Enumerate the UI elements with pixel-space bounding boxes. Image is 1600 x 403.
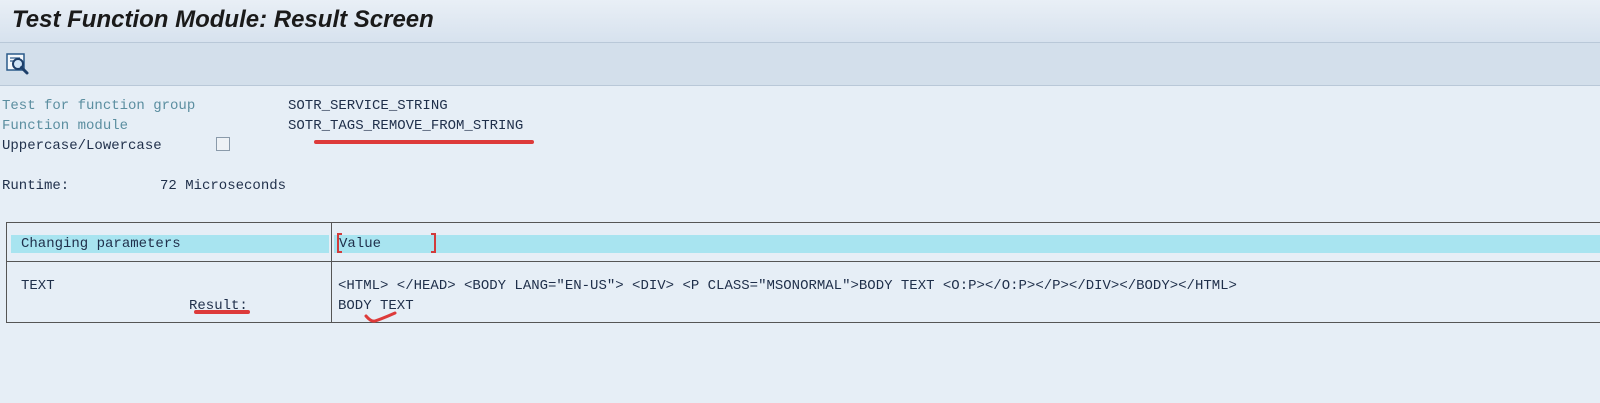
parameter-input-value[interactable]: <HTML> </HEAD> <BODY LANG="EN-US"> <DIV>…	[338, 276, 1237, 296]
case-sensitivity-checkbox[interactable]	[216, 137, 230, 151]
function-module-underline	[314, 140, 534, 144]
result-underline	[194, 310, 250, 314]
screen-title: Test Function Module: Result Screen	[12, 6, 434, 33]
function-group-label: Test for function group	[2, 98, 196, 114]
function-module-value: SOTR_TAGS_REMOVE_FROM_STRING	[288, 118, 524, 134]
function-group-value: SOTR_SERVICE_STRING	[288, 98, 448, 114]
result-checkmark	[364, 311, 397, 323]
column-divider	[331, 223, 332, 322]
title-bar: Test Function Module: Result Screen	[0, 0, 1600, 43]
case-sensitivity-label: Uppercase/Lowercase	[2, 138, 162, 154]
parameters-table: Changing parameters Value TEXT Result: <…	[6, 222, 1600, 323]
search-icon[interactable]	[6, 52, 30, 76]
value-header: Value	[334, 235, 1600, 253]
value-highlight-bracket-left	[337, 233, 342, 253]
runtime-label: Runtime:	[2, 178, 70, 194]
runtime-value: 72 Microseconds	[160, 178, 287, 194]
header-divider	[7, 261, 1600, 262]
changing-parameters-header: Changing parameters	[11, 235, 329, 253]
function-module-label: Function module	[2, 118, 129, 134]
value-highlight-bracket-right	[431, 233, 436, 253]
parameter-name: TEXT	[21, 278, 55, 294]
application-toolbar	[0, 43, 1600, 86]
